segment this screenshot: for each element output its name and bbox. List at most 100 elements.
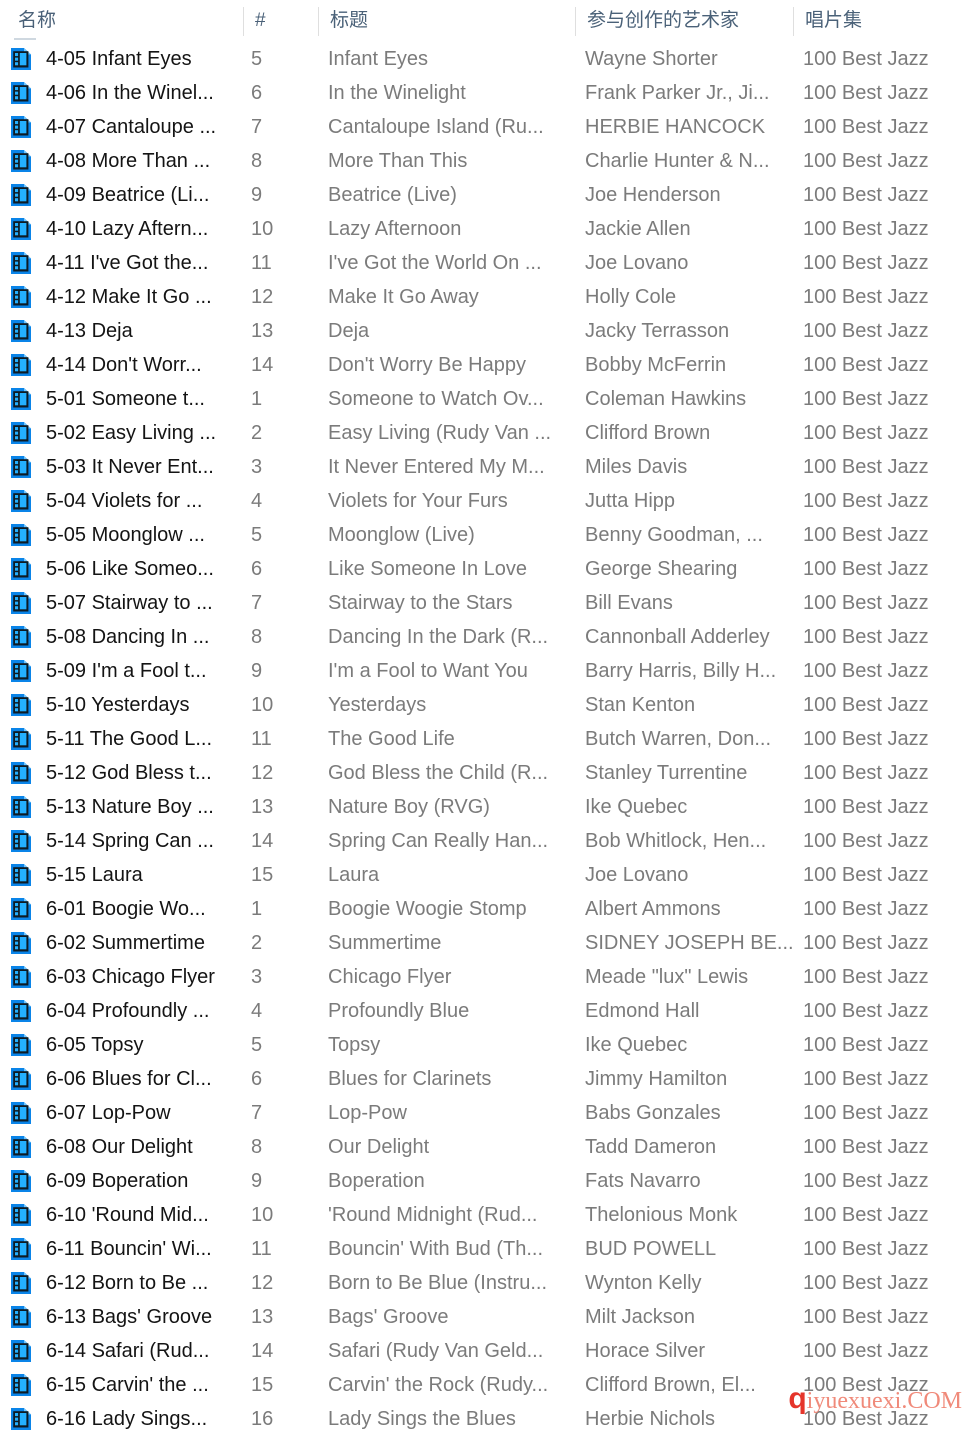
cell-name[interactable]: 6-13 Bags' Groove: [8, 1300, 245, 1334]
table-row[interactable]: 4-09 Beatrice (Li...9Beatrice (Live)Joe …: [0, 178, 969, 212]
table-row[interactable]: 5-03 It Never Ent...3It Never Entered My…: [0, 450, 969, 484]
table-row[interactable]: 6-08 Our Delight8Our DelightTadd Dameron…: [0, 1130, 969, 1164]
table-row[interactable]: 4-08 More Than ...8More Than ThisCharlie…: [0, 144, 969, 178]
cell-name[interactable]: 4-12 Make It Go ...: [8, 280, 245, 314]
cell-name[interactable]: 5-09 I'm a Fool t...: [8, 654, 245, 688]
cell-name[interactable]: 5-10 Yesterdays: [8, 688, 245, 722]
table-row[interactable]: 5-10 Yesterdays10YesterdaysStan Kenton10…: [0, 688, 969, 722]
table-row[interactable]: 5-06 Like Someo...6Like Someone In LoveG…: [0, 552, 969, 586]
table-row[interactable]: 5-02 Easy Living ...2Easy Living (Rudy V…: [0, 416, 969, 450]
table-row[interactable]: 5-09 I'm a Fool t...9I'm a Fool to Want …: [0, 654, 969, 688]
table-row[interactable]: 4-07 Cantaloupe ...7Cantaloupe Island (R…: [0, 110, 969, 144]
cell-album: 100 Best Jazz: [803, 926, 969, 960]
cell-name[interactable]: 5-11 The Good L...: [8, 722, 245, 756]
table-row[interactable]: 6-14 Safari (Rud...14Safari (Rudy Van Ge…: [0, 1334, 969, 1368]
cell-name[interactable]: 6-03 Chicago Flyer: [8, 960, 245, 994]
cell-name[interactable]: 5-04 Violets for ...: [8, 484, 245, 518]
cell-name[interactable]: 5-15 Laura: [8, 858, 245, 892]
table-row[interactable]: 4-05 Infant Eyes5Infant EyesWayne Shorte…: [0, 42, 969, 76]
cell-title: In the Winelight: [328, 76, 576, 110]
cell-name[interactable]: 6-07 Lop-Pow: [8, 1096, 245, 1130]
cell-name[interactable]: 5-13 Nature Boy ...: [8, 790, 245, 824]
column-header-artist[interactable]: 参与创作的艺术家: [577, 0, 793, 42]
column-divider-artist[interactable]: [575, 7, 576, 36]
table-row[interactable]: 5-12 God Bless t...12God Bless the Child…: [0, 756, 969, 790]
cell-name[interactable]: 6-11 Bouncin' Wi...: [8, 1232, 245, 1266]
table-row[interactable]: 6-16 Lady Sings...16Lady Sings the Blues…: [0, 1402, 969, 1436]
cell-name[interactable]: 6-06 Blues for Cl...: [8, 1062, 245, 1096]
table-row[interactable]: 6-06 Blues for Cl...6Blues for Clarinets…: [0, 1062, 969, 1096]
cell-name[interactable]: 6-04 Profoundly ...: [8, 994, 245, 1028]
table-row[interactable]: 6-02 Summertime2SummertimeSIDNEY JOSEPH …: [0, 926, 969, 960]
cell-name[interactable]: 6-08 Our Delight: [8, 1130, 245, 1164]
cell-name[interactable]: 4-08 More Than ...: [8, 144, 245, 178]
column-divider-number[interactable]: [243, 7, 244, 36]
cell-title: Topsy: [328, 1028, 576, 1062]
table-row[interactable]: 6-01 Boogie Wo...1Boogie Woogie StompAlb…: [0, 892, 969, 926]
table-row[interactable]: 6-13 Bags' Groove13Bags' GrooveMilt Jack…: [0, 1300, 969, 1334]
cell-name[interactable]: 4-11 I've Got the...: [8, 246, 245, 280]
cell-name[interactable]: 6-05 Topsy: [8, 1028, 245, 1062]
cell-name[interactable]: 5-05 Moonglow ...: [8, 518, 245, 552]
column-header-title[interactable]: 标题: [320, 0, 575, 42]
table-row[interactable]: 6-11 Bouncin' Wi...11Bouncin' With Bud (…: [0, 1232, 969, 1266]
cell-number: 8: [251, 1130, 321, 1164]
cell-number: 13: [251, 1300, 321, 1334]
cell-name[interactable]: 4-14 Don't Worr...: [8, 348, 245, 382]
table-row[interactable]: 6-04 Profoundly ...4Profoundly BlueEdmon…: [0, 994, 969, 1028]
cell-name[interactable]: 4-07 Cantaloupe ...: [8, 110, 245, 144]
cell-name[interactable]: 4-05 Infant Eyes: [8, 42, 245, 76]
cell-name[interactable]: 6-02 Summertime: [8, 926, 245, 960]
table-row[interactable]: 5-11 The Good L...11The Good LifeButch W…: [0, 722, 969, 756]
cell-name[interactable]: 6-14 Safari (Rud...: [8, 1334, 245, 1368]
table-row[interactable]: 6-03 Chicago Flyer3Chicago FlyerMeade "l…: [0, 960, 969, 994]
cell-name[interactable]: 6-15 Carvin' the ...: [8, 1368, 245, 1402]
cell-number: 9: [251, 1164, 321, 1198]
cell-name[interactable]: 4-10 Lazy Aftern...: [8, 212, 245, 246]
table-row[interactable]: 6-05 Topsy5TopsyIke Quebec100 Best Jazz: [0, 1028, 969, 1062]
cell-name[interactable]: 5-08 Dancing In ...: [8, 620, 245, 654]
cell-name[interactable]: 4-09 Beatrice (Li...: [8, 178, 245, 212]
cell-number: 10: [251, 212, 321, 246]
cell-album: 100 Best Jazz: [803, 1164, 969, 1198]
cell-name[interactable]: 5-12 God Bless t...: [8, 756, 245, 790]
table-row[interactable]: 6-15 Carvin' the ...15Carvin' the Rock (…: [0, 1368, 969, 1402]
cell-name[interactable]: 5-14 Spring Can ...: [8, 824, 245, 858]
column-header-name[interactable]: 名称: [8, 0, 243, 42]
table-row[interactable]: 5-05 Moonglow ...5Moonglow (Live)Benny G…: [0, 518, 969, 552]
table-row[interactable]: 4-13 Deja13DejaJacky Terrasson100 Best J…: [0, 314, 969, 348]
cell-name[interactable]: 5-02 Easy Living ...: [8, 416, 245, 450]
table-row[interactable]: 4-10 Lazy Aftern...10Lazy AfternoonJacki…: [0, 212, 969, 246]
cell-name[interactable]: 6-12 Born to Be ...: [8, 1266, 245, 1300]
cell-name[interactable]: 6-01 Boogie Wo...: [8, 892, 245, 926]
cell-name[interactable]: 5-01 Someone t...: [8, 382, 245, 416]
cell-name[interactable]: 4-13 Deja: [8, 314, 245, 348]
table-row[interactable]: 5-08 Dancing In ...8Dancing In the Dark …: [0, 620, 969, 654]
table-row[interactable]: 4-12 Make It Go ...12Make It Go AwayHoll…: [0, 280, 969, 314]
table-row[interactable]: 5-01 Someone t...1Someone to Watch Ov...…: [0, 382, 969, 416]
table-row[interactable]: 4-11 I've Got the...11I've Got the World…: [0, 246, 969, 280]
table-row[interactable]: 6-10 'Round Mid...10'Round Midnight (Rud…: [0, 1198, 969, 1232]
cell-name[interactable]: 6-10 'Round Mid...: [8, 1198, 245, 1232]
table-row[interactable]: 5-14 Spring Can ...14Spring Can Really H…: [0, 824, 969, 858]
cell-artist: Ike Quebec: [585, 1028, 793, 1062]
column-divider-title[interactable]: [318, 7, 319, 36]
cell-name[interactable]: 6-16 Lady Sings...: [8, 1402, 245, 1436]
table-row[interactable]: 6-12 Born to Be ...12Born to Be Blue (In…: [0, 1266, 969, 1300]
table-row[interactable]: 5-15 Laura15LauraJoe Lovano100 Best Jazz: [0, 858, 969, 892]
cell-name[interactable]: 6-09 Boperation: [8, 1164, 245, 1198]
column-divider-album[interactable]: [793, 7, 794, 36]
table-row[interactable]: 6-07 Lop-Pow7Lop-PowBabs Gonzales100 Bes…: [0, 1096, 969, 1130]
cell-name[interactable]: 5-06 Like Someo...: [8, 552, 245, 586]
cell-name[interactable]: 5-03 It Never Ent...: [8, 450, 245, 484]
table-row[interactable]: 5-04 Violets for ...4Violets for Your Fu…: [0, 484, 969, 518]
cell-name[interactable]: 5-07 Stairway to ...: [8, 586, 245, 620]
column-header-number[interactable]: #: [245, 0, 318, 42]
table-row[interactable]: 5-07 Stairway to ...7Stairway to the Sta…: [0, 586, 969, 620]
cell-name[interactable]: 4-06 In the Winel...: [8, 76, 245, 110]
table-row[interactable]: 4-14 Don't Worr...14Don't Worry Be Happy…: [0, 348, 969, 382]
column-header-album[interactable]: 唱片集: [795, 0, 969, 42]
table-row[interactable]: 6-09 Boperation9BoperationFats Navarro10…: [0, 1164, 969, 1198]
table-row[interactable]: 4-06 In the Winel...6In the WinelightFra…: [0, 76, 969, 110]
table-row[interactable]: 5-13 Nature Boy ...13Nature Boy (RVG)Ike…: [0, 790, 969, 824]
